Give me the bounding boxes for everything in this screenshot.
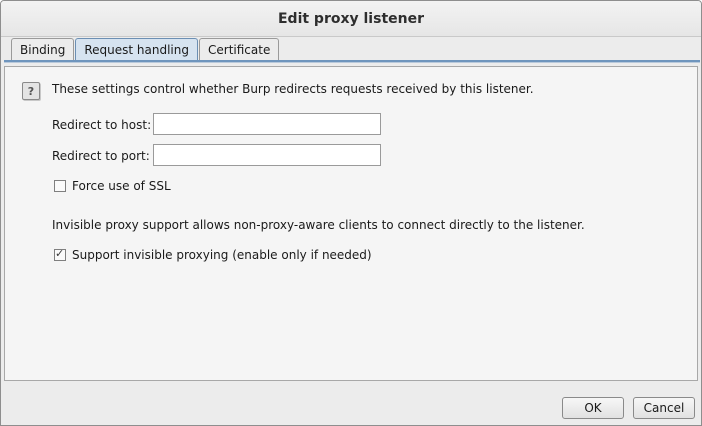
question-mark-icon[interactable]: ? [22,82,40,100]
redirect-port-input[interactable] [153,144,381,166]
redirect-port-label: Redirect to port: [52,149,150,163]
tab-underline [4,60,700,63]
invisible-proxying-checkbox[interactable]: ✓ [54,247,66,261]
invisible-proxy-description: Invisible proxy support allows non-proxy… [52,218,585,232]
invisible-proxying-option[interactable]: ✓ Support invisible proxying (enable onl… [54,247,372,262]
force-ssl-checkbox[interactable] [54,180,66,192]
tab-request-handling[interactable]: Request handling [75,38,198,60]
cancel-button[interactable]: Cancel [633,397,695,419]
tab-binding[interactable]: Binding [11,38,75,60]
ok-button[interactable]: OK [562,397,624,419]
force-ssl-label: Force use of SSL [72,179,171,193]
description-text: These settings control whether Burp redi… [52,82,534,96]
tab-certificate[interactable]: Certificate [199,38,280,60]
edit-proxy-listener-dialog: Edit proxy listener Binding Request hand… [0,0,702,426]
redirect-host-label: Redirect to host: [52,118,152,132]
request-handling-panel: ? These settings control whether Burp re… [4,66,698,381]
checkmark-icon: ✓ [55,247,65,260]
redirect-host-input[interactable] [153,113,381,135]
tab-strip: Binding Request handling Certificate [11,38,280,60]
dialog-title: Edit proxy listener [277,10,424,27]
invisible-proxying-label: Support invisible proxying (enable only … [72,248,372,262]
force-ssl-option[interactable]: Force use of SSL [54,179,171,193]
title-bar[interactable]: Edit proxy listener [1,1,701,37]
